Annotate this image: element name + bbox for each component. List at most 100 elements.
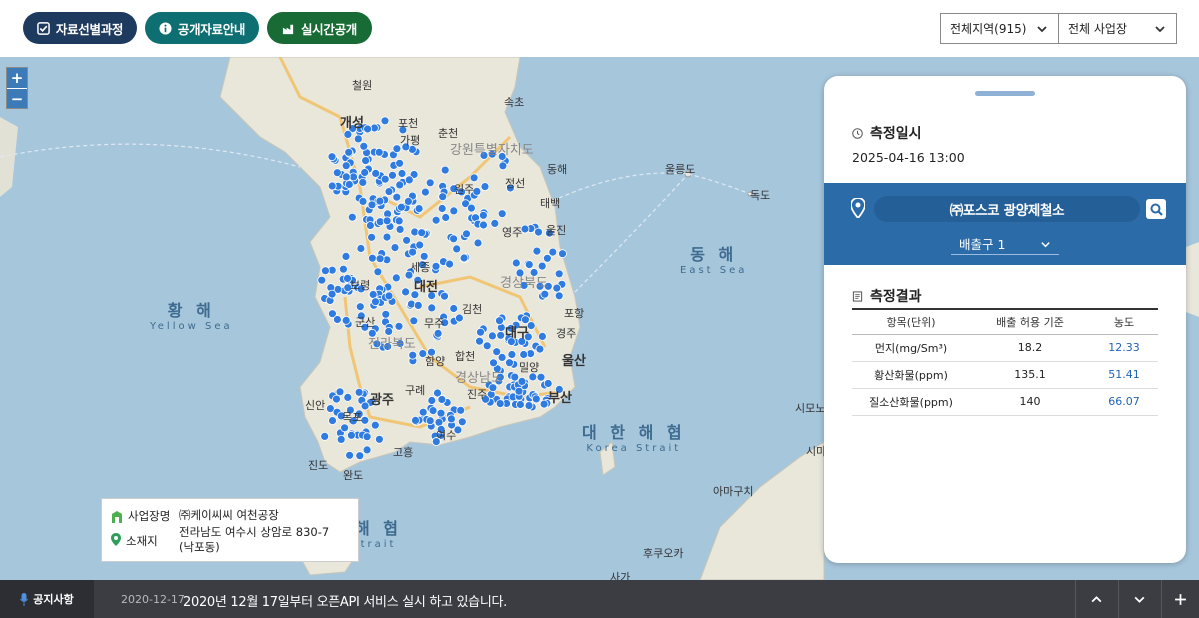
notice-prev-button[interactable] xyxy=(1075,580,1117,618)
site-marker[interactable] xyxy=(327,181,337,191)
site-marker[interactable] xyxy=(328,416,337,426)
site-marker[interactable] xyxy=(552,283,562,293)
site-marker[interactable] xyxy=(344,147,354,157)
site-marker[interactable] xyxy=(440,291,449,301)
site-marker[interactable] xyxy=(457,417,467,427)
site-marker[interactable] xyxy=(475,336,484,346)
site-marker[interactable] xyxy=(338,264,348,274)
site-marker[interactable] xyxy=(394,216,404,226)
site-marker[interactable] xyxy=(327,152,337,162)
site-marker[interactable] xyxy=(320,266,330,276)
site-marker[interactable] xyxy=(531,394,541,404)
site-marker[interactable] xyxy=(427,303,437,313)
notice-next-button[interactable] xyxy=(1118,580,1160,618)
site-marker[interactable] xyxy=(418,407,428,417)
site-marker[interactable] xyxy=(332,168,342,178)
outlet-select[interactable]: 배출구 1 xyxy=(951,233,1059,255)
site-marker[interactable] xyxy=(382,216,392,226)
site-marker[interactable] xyxy=(371,169,381,178)
site-marker[interactable] xyxy=(413,300,423,310)
site-marker[interactable] xyxy=(346,430,356,440)
site-marker[interactable] xyxy=(534,227,543,237)
site-marker[interactable] xyxy=(482,341,492,351)
site-marker[interactable] xyxy=(437,204,447,213)
site-marker[interactable] xyxy=(403,196,413,206)
site-marker[interactable] xyxy=(401,287,411,297)
site-marker[interactable] xyxy=(498,161,508,171)
site-marker[interactable] xyxy=(347,212,357,222)
site-marker[interactable] xyxy=(516,400,525,409)
site-marker[interactable] xyxy=(490,218,500,228)
site-marker[interactable] xyxy=(374,147,384,157)
site-marker[interactable] xyxy=(449,304,459,313)
site-marker[interactable] xyxy=(359,141,369,151)
site-marker[interactable] xyxy=(361,156,371,165)
site-marker[interactable] xyxy=(392,192,402,202)
site-marker[interactable] xyxy=(384,291,394,301)
site-marker[interactable] xyxy=(558,249,567,259)
site-marker[interactable] xyxy=(427,396,437,405)
site-marker[interactable] xyxy=(362,445,372,455)
site-marker[interactable] xyxy=(428,406,438,416)
site-marker[interactable] xyxy=(436,408,446,418)
site-marker[interactable] xyxy=(374,434,384,444)
site-marker[interactable] xyxy=(349,172,358,182)
site-marker[interactable] xyxy=(497,352,507,362)
site-marker[interactable] xyxy=(332,315,342,324)
site-marker[interactable] xyxy=(420,187,430,197)
site-marker[interactable] xyxy=(362,432,372,442)
site-marker[interactable] xyxy=(380,116,390,126)
site-marker[interactable] xyxy=(317,275,327,285)
site-marker[interactable] xyxy=(437,395,447,404)
site-marker[interactable] xyxy=(358,178,368,187)
site-marker[interactable] xyxy=(381,309,391,319)
site-marker[interactable] xyxy=(354,387,364,397)
notice-more-button[interactable] xyxy=(1161,580,1199,618)
site-marker[interactable] xyxy=(404,175,414,185)
site-marker[interactable] xyxy=(396,202,406,212)
site-marker[interactable] xyxy=(360,401,370,411)
site-marker[interactable] xyxy=(340,423,350,433)
site-marker[interactable] xyxy=(517,376,527,386)
site-marker[interactable] xyxy=(417,228,427,238)
site-marker[interactable] xyxy=(343,130,353,139)
site-marker[interactable] xyxy=(440,165,450,175)
site-marker[interactable] xyxy=(335,387,345,397)
site-marker[interactable] xyxy=(320,431,330,441)
site-marker[interactable] xyxy=(344,180,354,189)
site-marker[interactable] xyxy=(365,221,375,230)
public-guide-button[interactable]: 공개자료안내 xyxy=(145,12,259,44)
site-marker[interactable] xyxy=(332,394,341,404)
site-marker[interactable] xyxy=(449,234,459,244)
site-marker[interactable] xyxy=(487,331,497,341)
site-marker[interactable] xyxy=(532,246,542,256)
site-marker[interactable] xyxy=(554,291,564,301)
site-marker[interactable] xyxy=(431,261,441,271)
site-marker[interactable] xyxy=(382,232,392,242)
site-marker[interactable] xyxy=(408,350,418,360)
site-marker[interactable] xyxy=(496,330,506,340)
site-marker[interactable] xyxy=(391,273,401,283)
site-marker[interactable] xyxy=(476,327,485,337)
site-marker[interactable] xyxy=(452,244,462,254)
site-marker[interactable] xyxy=(479,220,488,230)
site-marker[interactable] xyxy=(495,316,504,326)
site-marker[interactable] xyxy=(438,192,448,202)
site-marker[interactable] xyxy=(341,161,351,171)
site-marker[interactable] xyxy=(537,261,547,271)
site-marker[interactable] xyxy=(380,174,390,184)
site-marker[interactable] xyxy=(402,235,412,245)
realtime-button[interactable]: 실시간공개 xyxy=(267,12,372,44)
site-marker[interactable] xyxy=(473,238,483,248)
site-marker[interactable] xyxy=(370,420,380,430)
site-select[interactable]: 전체 사업장 xyxy=(1058,13,1177,44)
site-marker[interactable] xyxy=(519,350,529,359)
site-marker[interactable] xyxy=(548,247,558,257)
site-marker[interactable] xyxy=(466,203,476,213)
zoom-in-button[interactable]: + xyxy=(7,68,27,88)
site-marker[interactable] xyxy=(507,350,517,359)
site-marker[interactable] xyxy=(358,196,368,206)
site-marker[interactable] xyxy=(497,209,507,219)
site-marker[interactable] xyxy=(341,315,351,325)
site-marker[interactable] xyxy=(355,451,365,461)
